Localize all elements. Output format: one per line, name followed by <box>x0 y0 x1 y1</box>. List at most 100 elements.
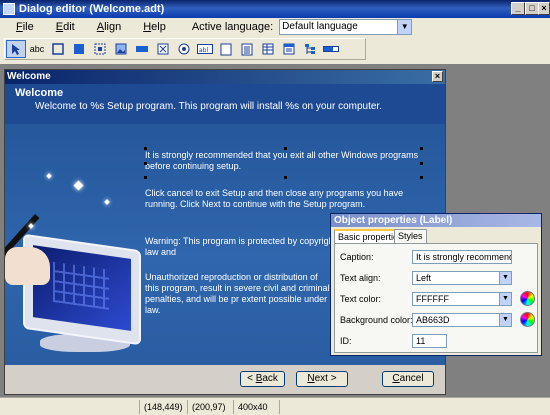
text-align-select[interactable]: Left ▼ <box>412 271 512 285</box>
close-button[interactable]: × <box>538 2 550 15</box>
dialog-header-panel[interactable]: Welcome Welcome to %s Setup program. Thi… <box>5 84 445 124</box>
object-properties-panel: Object properties (Label) Basic properti… <box>330 213 542 356</box>
status-object-size: 400x40 <box>234 399 280 414</box>
app-icon <box>3 3 15 15</box>
edit-box-tool-button[interactable] <box>132 40 152 58</box>
listview-tool-button[interactable] <box>279 40 299 58</box>
list-icon <box>241 43 253 55</box>
background-color-value: AB663D <box>416 315 450 325</box>
text-tool-button[interactable]: abc <box>27 40 47 58</box>
background-color-select[interactable]: AB663D ▼ <box>412 313 512 327</box>
checkbox-tool-button[interactable] <box>153 40 173 58</box>
language-select[interactable]: Default language ▼ <box>279 19 413 35</box>
menu-help[interactable]: Help <box>135 21 174 33</box>
progress-tool-button[interactable] <box>321 40 341 58</box>
resize-handle[interactable] <box>420 147 423 150</box>
status-object-position: (200,97) <box>188 399 234 414</box>
caption-label: Caption: <box>340 252 374 262</box>
progress-icon <box>323 46 339 52</box>
label-icon: abl <box>197 44 213 54</box>
text-color-value: FFFFFF <box>416 294 449 304</box>
resize-handle[interactable] <box>284 176 287 179</box>
cancel-button[interactable]: Cancel <box>382 371 434 387</box>
resize-handle[interactable] <box>144 147 147 150</box>
background-color-label: Background color: <box>340 315 413 325</box>
resize-handle[interactable] <box>144 176 147 179</box>
hand-icon <box>5 247 50 285</box>
image-icon <box>115 43 127 55</box>
chevron-down-icon[interactable]: ▼ <box>499 272 511 284</box>
radio-tool-button[interactable] <box>174 40 194 58</box>
status-cell-empty <box>0 399 140 414</box>
id-input[interactable]: 11 <box>412 334 447 348</box>
pointer-icon <box>12 43 20 55</box>
text-align-value: Left <box>416 273 432 283</box>
menu-edit[interactable]: Edit <box>48 21 83 33</box>
dialog-close-icon[interactable]: × <box>432 71 443 82</box>
language-value: Default language <box>282 21 358 32</box>
chevron-down-icon[interactable]: ▼ <box>397 20 412 34</box>
sparkle-icon <box>46 173 52 179</box>
status-cursor-position: (148,449) <box>140 399 188 414</box>
page-icon <box>220 43 232 55</box>
frame-icon <box>52 43 64 55</box>
language-label: Active language: <box>191 21 274 33</box>
color-picker-icon[interactable] <box>520 312 535 327</box>
intro-label[interactable]: It is strongly recommended that you exit… <box>145 150 423 172</box>
svg-text:abl: abl <box>199 47 208 54</box>
menu-align[interactable]: Align <box>89 21 129 33</box>
checkbox-icon <box>157 43 169 55</box>
menu-file[interactable]: File <box>8 21 42 33</box>
image-tool-button[interactable] <box>111 40 131 58</box>
panel-tool-button[interactable] <box>69 40 89 58</box>
resize-handle[interactable] <box>420 162 423 165</box>
page-tool-button[interactable] <box>216 40 236 58</box>
frame-tool-button[interactable] <box>48 40 68 58</box>
text-color-label: Text color: <box>340 294 382 304</box>
dialog-title: Welcome <box>7 71 51 82</box>
text-color-select[interactable]: FFFFFF ▼ <box>412 292 512 306</box>
id-label: ID: <box>340 336 352 346</box>
table-tool-button[interactable] <box>258 40 278 58</box>
chevron-down-icon[interactable]: ▼ <box>499 293 511 305</box>
menu-bar: File Edit Align Help Active language: De… <box>0 18 550 36</box>
panel-icon <box>74 44 84 54</box>
status-bar: (148,449) (200,97) 400x40 <box>0 397 550 415</box>
dialog-titlebar: Welcome × <box>5 70 445 84</box>
monitor-grid <box>53 261 109 310</box>
listview-icon <box>283 43 295 55</box>
properties-title: Object properties (Label) <box>331 214 541 227</box>
dialog-header-subtitle[interactable]: Welcome to %s Setup program. This progra… <box>35 101 382 112</box>
back-button[interactable]: < Back <box>240 371 285 387</box>
tool-palette: abc abl <box>4 38 366 60</box>
color-picker-icon[interactable] <box>520 291 535 306</box>
next-button[interactable]: Next > <box>296 371 348 387</box>
tree-tool-button[interactable] <box>300 40 320 58</box>
maximize-button[interactable]: □ <box>525 2 539 15</box>
warning-label[interactable]: Warning: This program is protected by co… <box>145 236 345 258</box>
copyright-label[interactable]: Unauthorized reproduction or distributio… <box>145 272 333 316</box>
resize-handle[interactable] <box>144 162 147 165</box>
resize-handle[interactable] <box>284 147 287 150</box>
edit-box-icon <box>136 46 148 52</box>
tree-icon <box>305 43 315 54</box>
dialog-header-title[interactable]: Welcome <box>15 87 63 99</box>
pointer-tool-button[interactable] <box>6 40 26 58</box>
radio-icon <box>178 43 190 55</box>
label-tool-button[interactable]: abl <box>195 40 215 58</box>
properties-body: Caption: It is strongly recommended th T… <box>334 243 538 353</box>
chevron-down-icon[interactable]: ▼ <box>499 314 511 326</box>
sparkle-icon <box>104 199 110 205</box>
list-tool-button[interactable] <box>237 40 257 58</box>
window-title: Dialog editor (Welcome.adt) <box>19 3 165 15</box>
sparkle-icon <box>73 180 84 191</box>
tab-styles[interactable]: Styles <box>394 229 427 243</box>
minimize-button[interactable]: _ <box>511 2 525 15</box>
table-icon <box>262 43 274 55</box>
instructions-label[interactable]: Click cancel to exit Setup and then clos… <box>145 188 427 210</box>
dialog-footer: < Back Next > Cancel <box>5 365 445 394</box>
grid-tool-button[interactable] <box>90 40 110 58</box>
caption-input[interactable]: It is strongly recommended th <box>412 250 512 264</box>
resize-handle[interactable] <box>420 176 423 179</box>
text-align-label: Text align: <box>340 273 381 283</box>
